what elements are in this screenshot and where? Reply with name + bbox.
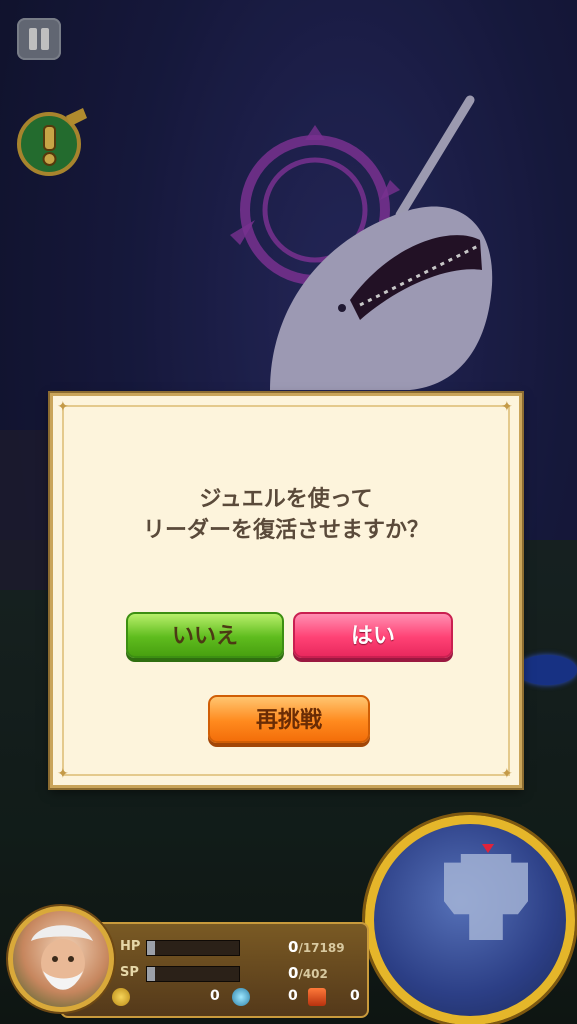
corner-ornament-icon: ✦ (57, 766, 69, 782)
inventory-row: 0 0 0 (108, 986, 366, 1008)
retry-button[interactable]: 再挑戦 (208, 695, 370, 743)
coin-count: 0 (210, 988, 220, 1004)
potion-icon (232, 988, 250, 1006)
sp-label: SP (120, 965, 139, 980)
corner-ornament-icon: ✦ (501, 399, 513, 415)
game-screen: HP 0/17189 SP 0/402 0 0 0 ✦ ✦ ✦ ✦ ジュエルを使… (0, 0, 577, 1024)
leader-face-icon (31, 925, 93, 990)
dialog-message-line2: リーダーを復活させますか？ (142, 518, 429, 543)
hp-bar (146, 940, 240, 956)
hp-label: HP (120, 939, 141, 954)
no-button[interactable]: いいえ (126, 612, 284, 658)
hp-value: 0/17189 (288, 938, 345, 956)
leader-portrait[interactable] (8, 906, 114, 1012)
minimap[interactable] (365, 815, 575, 1024)
corner-ornament-icon: ✦ (57, 399, 69, 415)
leader-status-panel: HP 0/17189 SP 0/402 0 0 0 (0, 898, 380, 1024)
sp-bar (146, 966, 240, 982)
corner-ornament-icon: ✦ (501, 766, 513, 782)
dialog-message: ジュエルを使って リーダーを復活させますか？ (53, 484, 519, 546)
coin-icon (112, 988, 130, 1006)
yes-button[interactable]: はい (293, 612, 453, 658)
potion-count: 0 (288, 988, 298, 1004)
chest-count: 0 (350, 988, 360, 1004)
treasure-chest-icon (308, 988, 326, 1006)
sp-value: 0/402 (288, 964, 328, 982)
minimap-room (444, 854, 528, 940)
dialog-message-line1: ジュエルを使って (199, 487, 373, 512)
revive-dialog: ✦ ✦ ✦ ✦ ジュエルを使って リーダーを復活させますか？ いいえ はい 再挑… (50, 393, 522, 788)
player-marker-icon (482, 844, 494, 853)
